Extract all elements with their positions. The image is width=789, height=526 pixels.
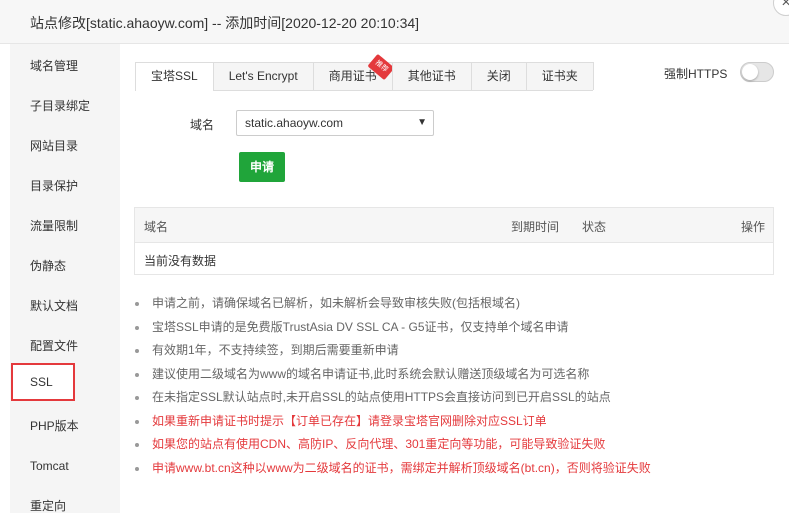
dialog-title: 站点修改[static.ahaoyw.com] -- 添加时间[2020-12-… — [30, 15, 420, 31]
col-status: 状态 — [582, 220, 607, 234]
col-actions: 操作 — [741, 220, 766, 234]
force-https-label: 强制HTTPS — [664, 67, 728, 81]
col-domain: 域名 — [144, 220, 169, 234]
tab-label: 商用证书 — [328, 69, 377, 83]
tip-item: 在未指定SSL默认站点时,未开启SSL的站点使用HTTPS会直接访问到已开启SS… — [134, 386, 774, 410]
dialog-titlebar: 站点修改[static.ahaoyw.com] -- 添加时间[2020-12-… — [0, 0, 789, 44]
chevron-down-icon: ▼ — [417, 117, 427, 128]
tab-cert-folder[interactable]: 证书夹 — [525, 62, 594, 90]
apply-button[interactable]: 申请 — [239, 152, 285, 182]
tip-item-warning: 如果重新申请证书时提示【订单已存在】请登录宝塔官网删除对应SSL订单 — [134, 410, 774, 434]
tip-item: 宝塔SSL申请的是免费版TrustAsia DV SSL CA - G5证书，仅… — [134, 316, 774, 340]
toggle-knob — [742, 64, 758, 80]
ssl-tabs: 宝塔SSL Let's Encrypt 商用证书 推荐 其他证书 关闭 证书夹 — [135, 53, 594, 91]
sidebar-item-ssl[interactable]: SSL — [11, 363, 75, 401]
col-expiry: 到期时间 — [511, 220, 560, 234]
sidebar-item-subdir-bind[interactable]: 子目录绑定 — [10, 86, 120, 126]
tab-bt-ssl[interactable]: 宝塔SSL — [135, 62, 214, 91]
sidebar-item-dir-protect[interactable]: 目录保护 — [10, 166, 120, 206]
table-empty-text: 当前没有数据 — [144, 254, 217, 268]
tip-item-warning: 申请www.bt.cn这种以www为二级域名的证书，需绑定并解析顶级域名(bt.… — [134, 457, 774, 481]
domain-label: 域名 — [190, 118, 215, 132]
tip-item-warning: 如果您的站点有使用CDN、高防IP、反向代理、301重定向等功能，可能导致验证失… — [134, 433, 774, 457]
sidebar: 域名管理 子目录绑定 网站目录 目录保护 流量限制 伪静态 默认文档 配置文件 … — [10, 44, 120, 513]
domain-select[interactable]: static.ahaoyw.com ▼ — [236, 110, 434, 136]
cert-table: 域名 到期时间 状态 操作 当前没有数据 — [134, 207, 774, 275]
tab-close[interactable]: 关闭 — [470, 62, 527, 90]
sidebar-item-php-version[interactable]: PHP版本 — [10, 406, 120, 446]
sidebar-item-default-doc[interactable]: 默认文档 — [10, 286, 120, 326]
force-https-toggle[interactable] — [740, 62, 774, 82]
sidebar-item-rewrite[interactable]: 伪静态 — [10, 246, 120, 286]
tip-item: 有效期1年，不支持续签，到期后需要重新申请 — [134, 339, 774, 363]
tip-item: 申请之前，请确保域名已解析，如未解析会导致审核失败(包括根域名) — [134, 292, 774, 316]
sidebar-item-traffic-limit[interactable]: 流量限制 — [10, 206, 120, 246]
sidebar-item-config-file[interactable]: 配置文件 — [10, 326, 120, 366]
sidebar-item-tomcat[interactable]: Tomcat — [10, 446, 120, 486]
tab-other-cert[interactable]: 其他证书 — [391, 62, 472, 90]
tip-item: 建议使用二级域名为www的域名申请证书,此时系统会默认赠送顶级域名为可选名称 — [134, 363, 774, 387]
tab-lets-encrypt[interactable]: Let's Encrypt — [212, 62, 314, 90]
table-header: 域名 到期时间 状态 操作 — [135, 208, 773, 243]
domain-select-value: static.ahaoyw.com — [245, 116, 344, 130]
sidebar-item-redirect[interactable]: 重定向 — [10, 486, 120, 526]
sidebar-item-domain-manage[interactable]: 域名管理 — [10, 46, 120, 86]
sidebar-item-site-dir[interactable]: 网站目录 — [10, 126, 120, 166]
ssl-panel: 宝塔SSL Let's Encrypt 商用证书 推荐 其他证书 关闭 证书夹 … — [120, 44, 789, 513]
tab-commercial-cert[interactable]: 商用证书 推荐 — [312, 53, 395, 90]
tips-list: 申请之前，请确保域名已解析，如未解析会导致审核失败(包括根域名) 宝塔SSL申请… — [134, 292, 774, 480]
